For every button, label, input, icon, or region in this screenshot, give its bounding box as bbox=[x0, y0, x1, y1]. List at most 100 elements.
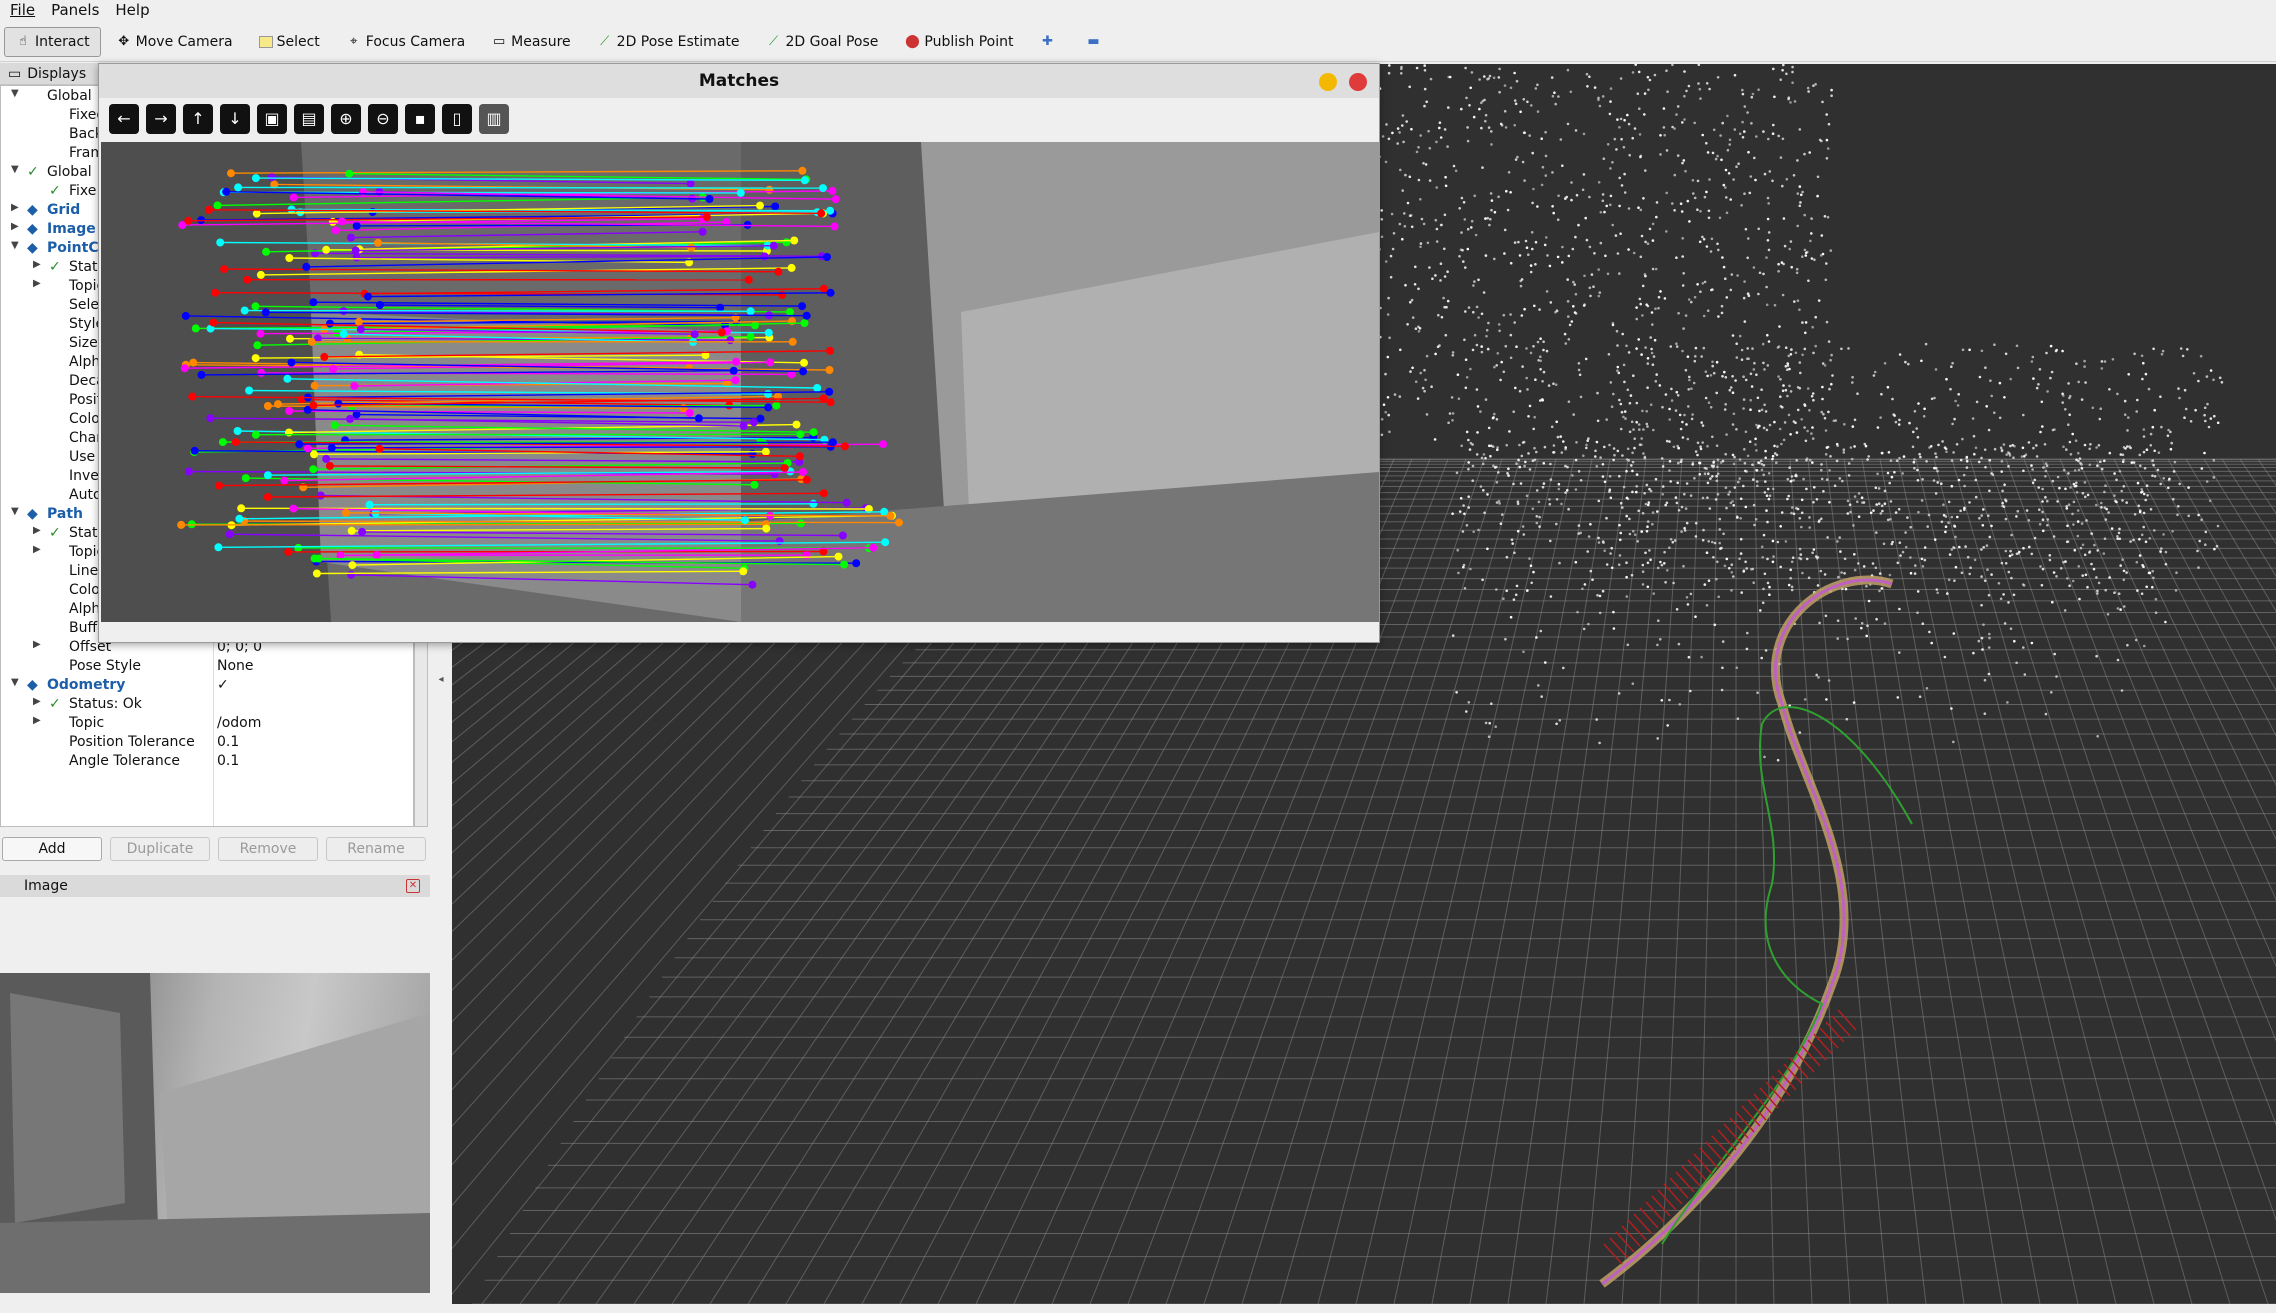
ruler-icon: ▭ bbox=[493, 33, 506, 49]
check-icon: ✓ bbox=[49, 696, 61, 712]
pose-estimate-tool-button[interactable]: ⟋ 2D Pose Estimate bbox=[586, 27, 751, 57]
matches-window-title: Matches bbox=[698, 71, 780, 91]
image-panel-header: Image ✕ bbox=[0, 875, 430, 897]
display-row[interactable]: Pose Style None bbox=[1, 658, 413, 677]
matches-window[interactable]: Matches ← → ↑ ↓ ▣ ▤ ⊕ ⊖ ▪ ▯ ▥ bbox=[98, 63, 1380, 643]
move-camera-tool-button[interactable]: ✥ Move Camera bbox=[105, 27, 244, 57]
focus-camera-tool-button[interactable]: ⌖ Focus Camera bbox=[335, 27, 476, 57]
check-icon: ✓ bbox=[49, 259, 61, 275]
clipboard-icon[interactable]: ▯ bbox=[442, 104, 472, 134]
interact-tool-button[interactable]: ☝ Interact bbox=[4, 26, 101, 57]
arrow-right-icon[interactable]: → bbox=[146, 104, 176, 134]
display-row[interactable]: ▼ ◆ Odometry ✓ bbox=[1, 677, 413, 696]
publish-point-tool-button[interactable]: ⬤ Publish Point bbox=[893, 27, 1024, 57]
matches-image bbox=[101, 142, 1379, 622]
image-panel bbox=[0, 909, 430, 1313]
display-row-value[interactable]: None bbox=[217, 658, 254, 674]
display-type-icon: ◆ bbox=[27, 677, 38, 693]
expand-down-icon[interactable]: ▼ bbox=[11, 506, 19, 517]
expand-down-icon[interactable]: ▼ bbox=[11, 240, 19, 251]
display-row-label: Position Tolerance bbox=[69, 734, 195, 750]
expand-right-icon[interactable]: ▶ bbox=[33, 525, 41, 536]
duplicate-button[interactable]: Duplicate bbox=[110, 837, 210, 861]
display-row-label: Angle Tolerance bbox=[69, 753, 181, 769]
display-row-label: Grid bbox=[47, 202, 81, 218]
expand-right-icon[interactable]: ▶ bbox=[33, 696, 41, 707]
goal-pose-tool-button[interactable]: ⟋ 2D Goal Pose bbox=[755, 27, 890, 57]
display-row-label: Global bbox=[47, 164, 92, 180]
expand-right-icon[interactable]: ▶ bbox=[33, 715, 41, 726]
expand-right-icon[interactable]: ▶ bbox=[11, 221, 19, 232]
display-row-label: Path bbox=[47, 506, 83, 522]
display-row-value[interactable]: 0.1 bbox=[217, 734, 239, 750]
display-row-label: Pose Style bbox=[69, 658, 142, 674]
image-icon[interactable]: ▣ bbox=[257, 104, 287, 134]
add-button[interactable]: Add bbox=[2, 837, 102, 861]
remove-button[interactable]: Remove bbox=[218, 837, 318, 861]
expand-down-icon[interactable]: ▼ bbox=[11, 677, 19, 688]
expand-right-icon[interactable]: ▶ bbox=[33, 639, 41, 650]
map-pin-icon: ⬤ bbox=[905, 33, 920, 49]
zoom-in-icon[interactable]: ⊕ bbox=[331, 104, 361, 134]
rename-button[interactable]: Rename bbox=[326, 837, 426, 861]
add-tool-button[interactable]: ✚ bbox=[1029, 27, 1071, 57]
check-icon: ✓ bbox=[27, 164, 39, 180]
close-icon[interactable] bbox=[1349, 73, 1367, 91]
display-row-value[interactable]: /odom bbox=[217, 715, 261, 731]
minimize-icon[interactable] bbox=[1319, 73, 1337, 91]
focus-camera-icon: ⌖ bbox=[350, 33, 358, 49]
arrow-left-icon[interactable]: ← bbox=[109, 104, 139, 134]
expand-down-icon[interactable]: ▼ bbox=[11, 164, 19, 175]
display-row-label: Odometry bbox=[47, 677, 126, 693]
display-type-icon: ◆ bbox=[27, 506, 38, 522]
select-box-icon bbox=[258, 35, 273, 48]
expand-right-icon[interactable]: ▶ bbox=[33, 278, 41, 289]
expand-right-icon[interactable]: ▶ bbox=[33, 544, 41, 555]
menu-panels[interactable]: Panels bbox=[51, 1, 99, 19]
display-row-label: Stat bbox=[69, 525, 98, 541]
display-row-label: Global bbox=[47, 88, 92, 104]
plus-icon: ✚ bbox=[1042, 33, 1053, 49]
display-row-label: Image bbox=[47, 221, 96, 237]
display-type-icon: ◆ bbox=[27, 240, 38, 256]
display-row[interactable]: Position Tolerance 0.1 bbox=[1, 734, 413, 753]
remove-tool-button[interactable]: ▬ bbox=[1075, 27, 1117, 57]
display-row[interactable]: Angle Tolerance 0.1 bbox=[1, 753, 413, 772]
display-row-value[interactable]: 0.1 bbox=[217, 753, 239, 769]
arrow-down-icon[interactable]: ↓ bbox=[220, 104, 250, 134]
minus-icon: ▬ bbox=[1087, 33, 1100, 49]
properties-icon[interactable]: ▥ bbox=[479, 104, 509, 134]
menu-file[interactable]: File bbox=[10, 1, 35, 19]
arrow-up-icon[interactable]: ↑ bbox=[183, 104, 213, 134]
display-row-label: Stat bbox=[69, 259, 98, 275]
monitor-icon: ▭ bbox=[8, 65, 22, 82]
display-type-icon: ◆ bbox=[27, 221, 38, 237]
tool-bar: ☝ Interact ✥ Move Camera Select ⌖ Focus Cam… bbox=[0, 22, 2276, 62]
zoom-out-icon[interactable]: ⊖ bbox=[368, 104, 398, 134]
display-row-label: Status: Ok bbox=[69, 696, 142, 712]
menu-help[interactable]: Help bbox=[115, 1, 149, 19]
displays-title: Displays bbox=[27, 65, 87, 82]
expand-down-icon[interactable]: ▼ bbox=[11, 88, 19, 99]
display-type-icon: ◆ bbox=[27, 202, 38, 218]
move-camera-icon: ✥ bbox=[118, 33, 130, 49]
matches-window-titlebar[interactable]: Matches bbox=[99, 64, 1379, 98]
expand-right-icon[interactable]: ▶ bbox=[11, 202, 19, 213]
select-tool-button[interactable]: Select bbox=[248, 27, 331, 57]
check-icon: ✓ bbox=[49, 183, 61, 199]
save-icon[interactable]: ▪ bbox=[405, 104, 435, 134]
camera-image bbox=[0, 973, 430, 1293]
measure-tool-button[interactable]: ▭ Measure bbox=[480, 27, 582, 57]
pose-arrow-icon: ⟋ bbox=[600, 33, 610, 49]
display-row-label: Topic bbox=[69, 715, 105, 731]
image-panel-title: Image bbox=[24, 878, 68, 894]
display-row[interactable]: ▶ Topic/odom bbox=[1, 715, 413, 734]
expand-right-icon[interactable]: ▶ bbox=[33, 259, 41, 270]
display-row[interactable]: ▶ ✓ Status: Ok bbox=[1, 696, 413, 715]
image-scale-icon[interactable]: ▤ bbox=[294, 104, 324, 134]
goal-arrow-icon: ⟋ bbox=[768, 33, 779, 49]
display-row-value[interactable]: ✓ bbox=[217, 677, 229, 693]
menu-bar: File Panels Help bbox=[0, 0, 2276, 20]
close-icon[interactable]: ✕ bbox=[406, 879, 420, 893]
display-row-label: Fixe bbox=[69, 183, 97, 199]
